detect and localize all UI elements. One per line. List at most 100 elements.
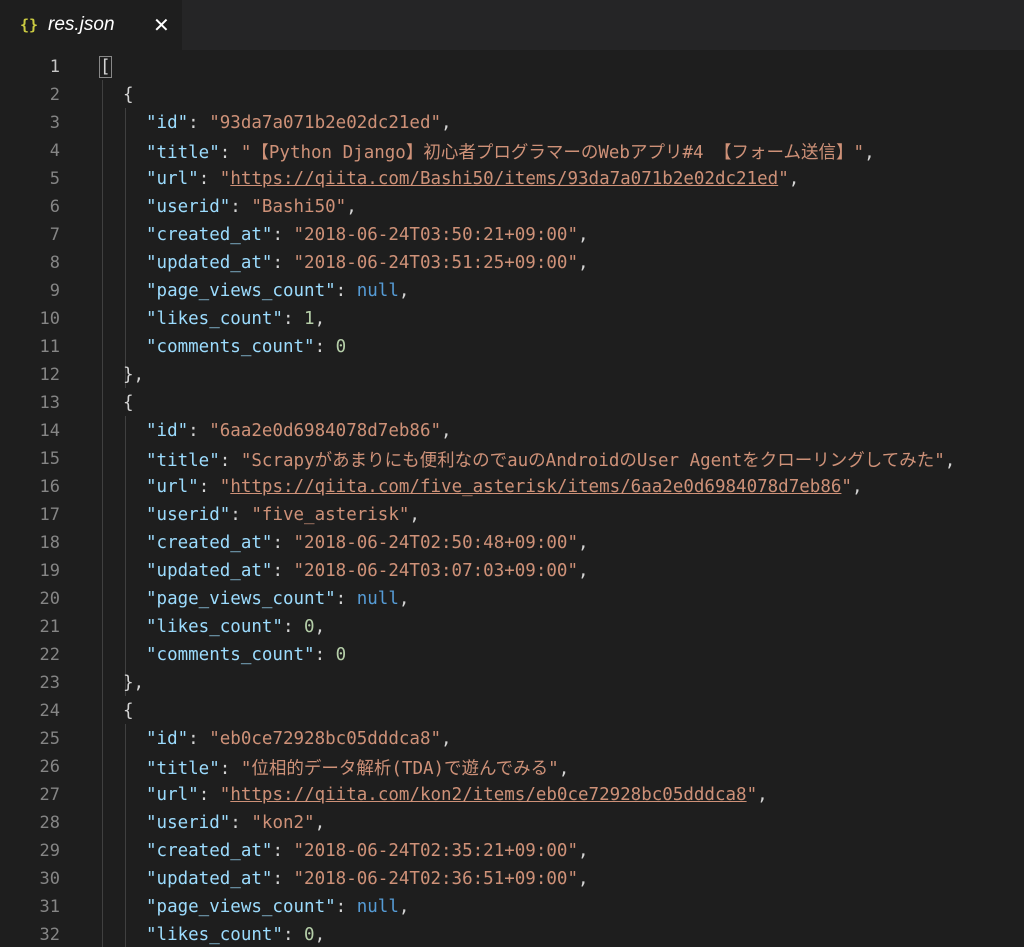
line-number: 30 [39,869,60,889]
code-text: "userid": "five_asterisk", [146,505,420,525]
line-number: 23 [39,673,60,693]
json-key: "userid" [146,505,231,525]
code-text: "comments_count": 0 [146,337,346,357]
json-colon: : [335,281,357,301]
json-value: "2018-06-24T02:36:51+09:00" [293,869,578,889]
json-colon: : [272,253,294,273]
code-text: "url": "https://qiita.com/Bashi50/items/… [146,169,799,189]
json-quote: " [841,477,852,497]
code-line[interactable]: 16 "url": "https://qiita.com/five_asteris… [0,473,1024,501]
json-value: 0 [335,645,347,665]
tab-res-json[interactable]: {} res.json ✕ [0,0,182,50]
code-text: "page_views_count": null, [146,589,409,609]
code-text: "likes_count": 0, [146,925,325,945]
json-url-link: https://qiita.com/kon2/items/eb0ce72928b… [230,785,747,805]
json-colon: : [198,169,220,189]
json-value: 0 [304,617,315,637]
line-number: 11 [39,337,60,357]
json-comma: , [441,421,452,441]
json-quote: " [219,169,231,189]
json-comma: , [398,589,410,609]
code-line[interactable]: 17 "userid": "five_asterisk", [0,501,1024,529]
json-key: "likes_count" [146,309,283,329]
json-brace: { [123,393,134,413]
code-line[interactable]: 30 "updated_at": "2018-06-24T02:36:51+09:… [0,865,1024,893]
code-line[interactable]: 21 "likes_count": 0, [0,613,1024,641]
code-text: "created_at": "2018-06-24T03:50:21+09:00… [146,225,589,245]
json-value: "eb0ce72928bc05dddca8" [209,729,442,749]
json-comma: , [314,813,326,833]
code-editor[interactable]: 1[2{3 "id": "93da7a071b2e02dc21ed", 4 "titl… [0,52,1024,947]
code-line[interactable]: 7 "created_at": "2018-06-24T03:50:21+09:0… [0,221,1024,249]
json-value: "Bashi50" [251,197,347,217]
json-colon: : [230,505,252,525]
code-text: "updated_at": "2018-06-24T03:51:25+09:00… [146,253,589,273]
line-number: 24 [39,701,60,721]
code-line[interactable]: 2{ [0,81,1024,109]
line-number: 27 [39,785,60,805]
json-comma: , [314,617,326,637]
code-text: "id": "eb0ce72928bc05dddca8", [146,729,452,749]
json-comma: , [314,309,326,329]
code-line[interactable]: 28 "userid": "kon2", [0,809,1024,837]
json-key: "url" [146,169,199,189]
code-line[interactable]: 24 { [0,697,1024,725]
json-key: "likes_count" [146,925,283,945]
json-key: "url" [146,477,199,497]
code-line[interactable]: 3 "id": "93da7a071b2e02dc21ed", [0,109,1024,137]
json-key: "updated_at" [146,869,273,889]
code-line[interactable]: 25 "id": "eb0ce72928bc05dddca8", [0,725,1024,753]
code-line[interactable]: 6 "userid": "Bashi50", [0,193,1024,221]
json-colon: : [188,421,210,441]
code-line[interactable]: 23}, [0,669,1024,697]
json-value: "6aa2e0d6984078d7eb86" [209,421,442,441]
code-line[interactable]: 13 { [0,389,1024,417]
line-number: 10 [39,309,60,329]
code-line[interactable]: 32 "likes_count": 0, [0,921,1024,947]
code-line[interactable]: 11 "comments_count": 0 [0,333,1024,361]
json-value: null [356,281,399,301]
code-line[interactable]: 10 "likes_count": 1, [0,305,1024,333]
code-line[interactable]: 26 "title": "位相的データ解析(TDA)で遊んでみる", [0,753,1024,781]
json-value: "2018-06-24T02:35:21+09:00" [293,841,578,861]
json-comma: , [578,869,589,889]
line-number: 25 [39,729,60,749]
json-value: "2018-06-24T03:50:21+09:00" [293,225,578,245]
tab-title[interactable]: res.json [48,14,153,36]
code-line[interactable]: 31 "page_views_count": null, [0,893,1024,921]
code-line[interactable]: 9 "page_views_count": null, [0,277,1024,305]
line-number: 18 [39,533,60,553]
code-text: [ [99,56,112,78]
json-brace: { [123,701,134,721]
code-line[interactable]: 14 "id": "6aa2e0d6984078d7eb86", [0,417,1024,445]
code-line[interactable]: 5 "url": "https://qiita.com/Bashi50/items… [0,165,1024,193]
code-line[interactable]: 27 "url": "https://qiita.com/kon2/items/e… [0,781,1024,809]
json-key: "id" [146,421,189,441]
line-number: 28 [39,813,60,833]
line-number: 1 [49,57,60,77]
code-line[interactable]: 8 "updated_at": "2018-06-24T03:51:25+09:0… [0,249,1024,277]
code-line[interactable]: 15 "title": "Scrapyがあまりにも便利なのでauのAndroidの… [0,445,1024,473]
code-line[interactable]: 4 "title": "【Python Django】初心者プログラマーのWebア… [0,137,1024,165]
json-colon: : [335,897,357,917]
code-text: "id": "93da7a071b2e02dc21ed", [146,113,452,133]
code-line[interactable]: 29 "created_at": "2018-06-24T02:35:21+09:… [0,837,1024,865]
code-line[interactable]: 18 "created_at": "2018-06-24T02:50:48+09:… [0,529,1024,557]
code-line[interactable]: 1[ [0,53,1024,81]
json-value: "93da7a071b2e02dc21ed" [209,113,442,133]
code-line[interactable]: 20 "page_views_count": null, [0,585,1024,613]
json-value: 0 [304,925,315,945]
json-comma: , [346,197,357,217]
close-icon[interactable]: ✕ [153,15,170,35]
code-line[interactable]: 12}, [0,361,1024,389]
code-text: }, [123,365,144,385]
json-colon: : [219,758,241,779]
code-text: }, [123,673,144,693]
json-value: "位相的データ解析(TDA)で遊んでみる" [240,758,559,779]
code-text: "userid": "Bashi50", [146,197,357,217]
code-line[interactable]: 22 "comments_count": 0 [0,641,1024,669]
line-number: 5 [49,169,60,189]
json-colon: : [230,197,252,217]
code-line[interactable]: 19 "updated_at": "2018-06-24T03:07:03+09:… [0,557,1024,585]
line-number: 12 [39,365,60,385]
